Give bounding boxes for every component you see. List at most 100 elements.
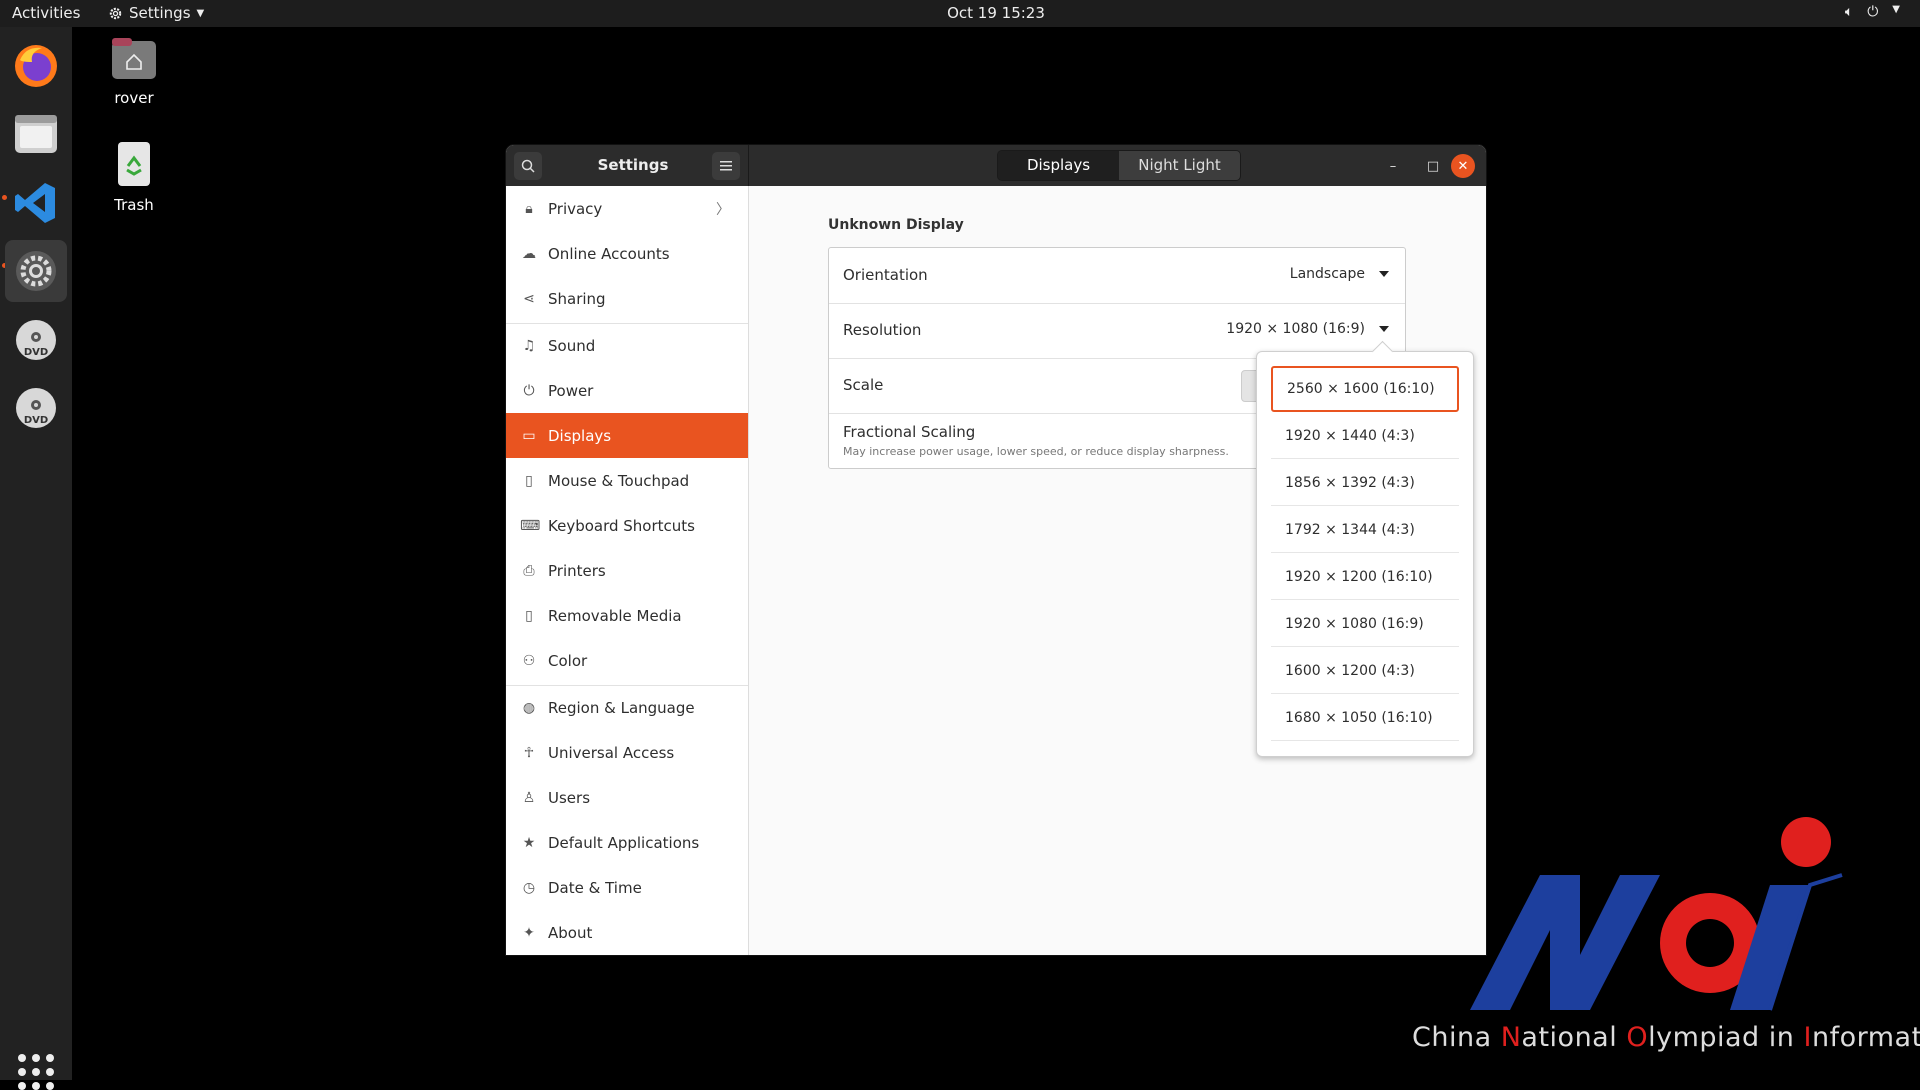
sidebar-item-label: Printers	[548, 561, 606, 580]
dvd-launcher[interactable]: DVD	[5, 309, 67, 371]
sidebar-item-about[interactable]: ✦ About	[506, 910, 748, 955]
logo-text-part: N	[1500, 1022, 1522, 1053]
sidebar-item-label: Keyboard Shortcuts	[548, 516, 695, 535]
window-title: Settings	[597, 156, 669, 174]
caret-down-icon	[1379, 271, 1389, 277]
resolution-option[interactable]: 2560 × 1600 (16:10)	[1271, 366, 1459, 412]
svg-text:DVD: DVD	[24, 347, 48, 358]
menu-button[interactable]	[712, 152, 740, 180]
sidebar-item-displays[interactable]: ▭ Displays	[506, 413, 748, 458]
sidebar-item-label: Region & Language	[548, 698, 695, 717]
music-note-icon: ♫	[522, 337, 536, 354]
orientation-dropdown[interactable]: Landscape	[1290, 266, 1389, 282]
maximize-button[interactable]: □	[1421, 154, 1445, 178]
dvd-launcher[interactable]: DVD	[5, 377, 67, 439]
firefox-icon	[15, 45, 57, 87]
orientation-row[interactable]: Orientation Landscape	[829, 248, 1405, 304]
search-button[interactable]	[514, 152, 542, 180]
sidebar-item-label: Privacy	[548, 199, 603, 218]
mouse-icon: ▯	[525, 472, 533, 489]
logo-text-part: nformatics	[1811, 1022, 1920, 1053]
home-folder-desktop-icon[interactable]: rover	[84, 35, 184, 107]
sidebar-item-label: Date & Time	[548, 878, 642, 897]
resolution-dropdown[interactable]: 1920 × 1080 (16:9)	[1226, 321, 1389, 337]
sidebar-item-label: Default Applications	[548, 833, 700, 852]
sidebar-item-power[interactable]: ⏻ Power	[506, 368, 748, 413]
top-bar: Activities Settings ▼ Oct 19 15:23 🔈︎ ⏻ …	[0, 0, 1920, 27]
caret-down-icon	[1379, 326, 1389, 332]
display-icon: ▭	[522, 427, 536, 444]
usb-icon: ▯	[525, 607, 533, 624]
resolution-option[interactable]: 1856 × 1392 (4:3)	[1271, 460, 1459, 506]
sidebar-item-privacy[interactable]: 🔒︎ Privacy 〉	[506, 186, 748, 231]
resolution-option[interactable]: 1920 × 1440 (4:3)	[1271, 413, 1459, 459]
tab-night-light[interactable]: Night Light	[1119, 151, 1240, 180]
scale-label: Scale	[843, 376, 884, 394]
firefox-launcher[interactable]	[5, 35, 67, 97]
resolution-option[interactable]: 1920 × 1080 (16:9)	[1271, 601, 1459, 647]
sidebar-item-keyboard-shortcuts[interactable]: ⌨︎ Keyboard Shortcuts	[506, 503, 748, 548]
minimize-button[interactable]: –	[1381, 154, 1405, 178]
sidebar-item-online-accounts[interactable]: ☁︎ Online Accounts	[506, 231, 748, 276]
sidebar-item-label: Users	[548, 788, 591, 807]
sidebar-item-label: Power	[548, 381, 594, 400]
dock: DVD DVD	[0, 27, 72, 1090]
vscode-launcher[interactable]	[5, 172, 67, 234]
resolution-label: Resolution	[843, 321, 922, 339]
sidebar-item-label: Removable Media	[548, 606, 682, 625]
sidebar-item-printers[interactable]: ⎙ Printers	[506, 548, 748, 593]
show-applications-button[interactable]	[18, 1054, 54, 1090]
sidebar-item-label: Mouse & Touchpad	[548, 471, 690, 490]
sidebar-item-label: About	[548, 923, 593, 942]
fractional-scaling-label: Fractional Scaling	[843, 423, 976, 441]
sidebar-item-sharing[interactable]: ⋖ Sharing	[506, 276, 748, 321]
sidebar: 🔒︎ Privacy 〉 ☁︎ Online Accounts ⋖ Sharing ♫ S…	[506, 186, 749, 955]
logo-text-part: China	[1412, 1022, 1501, 1053]
system-tray[interactable]: 🔈︎ ⏻ ▼	[1845, 4, 1900, 20]
home-folder-label: rover	[114, 89, 154, 107]
sidebar-item-date-time[interactable]: ◷ Date & Time	[506, 865, 748, 910]
sidebar-item-label: Universal Access	[548, 743, 675, 762]
clock[interactable]: Oct 19 15:23	[0, 4, 1920, 22]
chevron-right-icon: 〉	[716, 201, 730, 218]
sidebar-item-users[interactable]: ♙ Users	[506, 775, 748, 820]
resolution-option[interactable]: 1600 × 1200 (4:3)	[1271, 648, 1459, 694]
trash-icon	[84, 140, 184, 192]
fractional-scaling-description: May increase power usage, lower speed, o…	[843, 445, 1229, 458]
files-launcher[interactable]	[5, 103, 67, 165]
home-folder-icon	[84, 35, 184, 85]
noi-logo-text: China National Olympiad in Informatics	[1412, 1022, 1920, 1053]
divider	[748, 145, 749, 186]
maximize-icon: □	[1426, 158, 1440, 174]
sidebar-item-sound[interactable]: ♫ Sound	[506, 323, 748, 368]
sidebar-item-mouse-touchpad[interactable]: ▯ Mouse & Touchpad	[506, 458, 748, 503]
header-bar: Settings Displays Night Light – □ ✕	[506, 145, 1486, 186]
resolution-option[interactable]: 1792 × 1344 (4:3)	[1271, 507, 1459, 553]
sidebar-item-region-language[interactable]: ◍ Region & Language	[506, 685, 748, 730]
trash-desktop-icon[interactable]: Trash	[84, 140, 184, 214]
hamburger-icon	[720, 161, 732, 171]
sidebar-item-universal-access[interactable]: ☥ Universal Access	[506, 730, 748, 775]
settings-launcher[interactable]	[5, 240, 67, 302]
logo-text-part: I	[1803, 1022, 1812, 1053]
resolution-option[interactable]: 1680 × 1050 (16:10)	[1271, 695, 1459, 741]
svg-text:DVD: DVD	[24, 415, 48, 426]
sidebar-item-label: Color	[548, 651, 588, 670]
sidebar-item-label: Sound	[548, 336, 596, 355]
sidebar-item-label: Online Accounts	[548, 244, 670, 263]
sidebar-item-removable-media[interactable]: ▯ Removable Media	[506, 593, 748, 638]
accessibility-icon: ☥	[523, 744, 535, 761]
sidebar-item-default-applications[interactable]: ★ Default Applications	[506, 820, 748, 865]
sidebar-item-color[interactable]: ⚇ Color	[506, 638, 748, 683]
close-button[interactable]: ✕	[1451, 154, 1475, 178]
view-switcher: Displays Night Light	[997, 150, 1241, 181]
resolution-option[interactable]: 1920 × 1200 (16:10)	[1271, 554, 1459, 600]
orientation-value: Landscape	[1289, 266, 1365, 282]
sparkle-icon: ✦	[523, 924, 535, 941]
minimize-icon: –	[1389, 158, 1397, 174]
tab-displays[interactable]: Displays	[998, 151, 1119, 180]
resolution-popover: 2560 × 1600 (16:10) 1920 × 1440 (4:3) 18…	[1256, 340, 1474, 757]
trash-label: Trash	[114, 196, 154, 214]
chevron-down-icon: ▼	[1892, 4, 1900, 15]
vscode-icon	[15, 183, 55, 223]
